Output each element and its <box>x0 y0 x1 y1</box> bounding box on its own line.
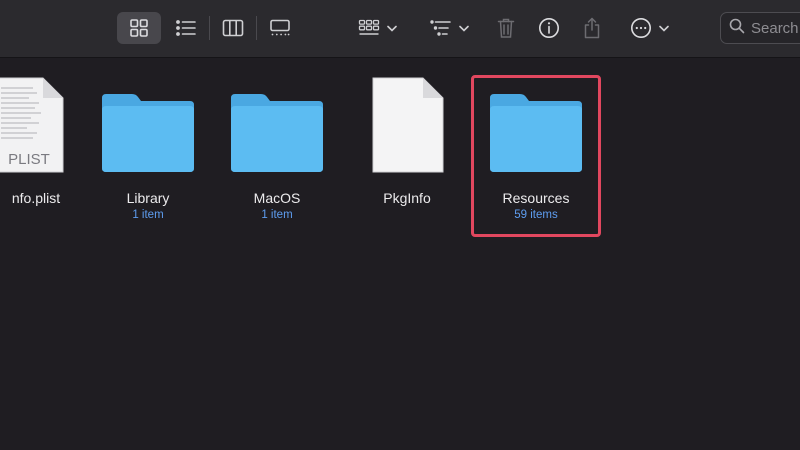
file-name: MacOS <box>253 190 301 206</box>
plist-document-icon: PLIST <box>0 74 77 174</box>
toolbar-separator <box>209 16 210 40</box>
column-view-button[interactable] <box>215 12 251 44</box>
file-item-info-plist[interactable]: PLIST nfo.plist <box>0 74 82 224</box>
file-item-pkginfo[interactable]: PkgInfo <box>352 74 462 224</box>
gallery-icon <box>269 19 291 37</box>
toolbar-separator <box>256 16 257 40</box>
trash-icon <box>497 17 515 39</box>
search-icon <box>729 18 745 39</box>
file-item-library[interactable]: Library 1 item <box>93 74 203 224</box>
share-button[interactable] <box>578 12 606 44</box>
file-item-macos[interactable]: MacOS 1 item <box>222 74 332 224</box>
item-count: 1 item <box>261 209 293 221</box>
ellipsis-circle-icon <box>630 17 652 39</box>
plist-badge: PLIST <box>8 151 50 168</box>
file-name: PkgInfo <box>383 190 431 206</box>
list-icon <box>175 19 197 37</box>
sort-lines-icon <box>429 20 452 36</box>
info-icon <box>538 17 560 39</box>
document-icon <box>357 74 457 174</box>
sort-by-button[interactable] <box>425 12 473 44</box>
columns-icon <box>222 19 244 37</box>
chevron-down-icon <box>458 25 469 32</box>
delete-button[interactable] <box>492 12 520 44</box>
search-input[interactable] <box>751 19 800 37</box>
item-count: 1 item <box>132 209 164 221</box>
folder-icon <box>227 74 327 174</box>
search-field[interactable] <box>720 12 800 44</box>
folder-icon <box>98 74 198 174</box>
file-name: Library <box>126 190 170 206</box>
share-icon <box>583 17 601 39</box>
group-by-button[interactable] <box>353 12 401 44</box>
chevron-down-icon <box>386 25 397 32</box>
more-actions-button[interactable] <box>626 12 672 44</box>
chevron-down-icon <box>658 25 669 32</box>
icon-view-button[interactable] <box>117 12 161 44</box>
file-name: nfo.plist <box>11 190 61 206</box>
grid-icon <box>129 18 149 38</box>
toolbar <box>0 0 800 58</box>
list-view-button[interactable] <box>168 12 204 44</box>
group-grid-icon <box>358 19 380 37</box>
selection-highlight <box>471 75 601 237</box>
file-grid: PLIST nfo.plist Library 1 item MacOS 1 i… <box>0 58 800 450</box>
get-info-button[interactable] <box>535 12 563 44</box>
gallery-view-button[interactable] <box>262 12 298 44</box>
